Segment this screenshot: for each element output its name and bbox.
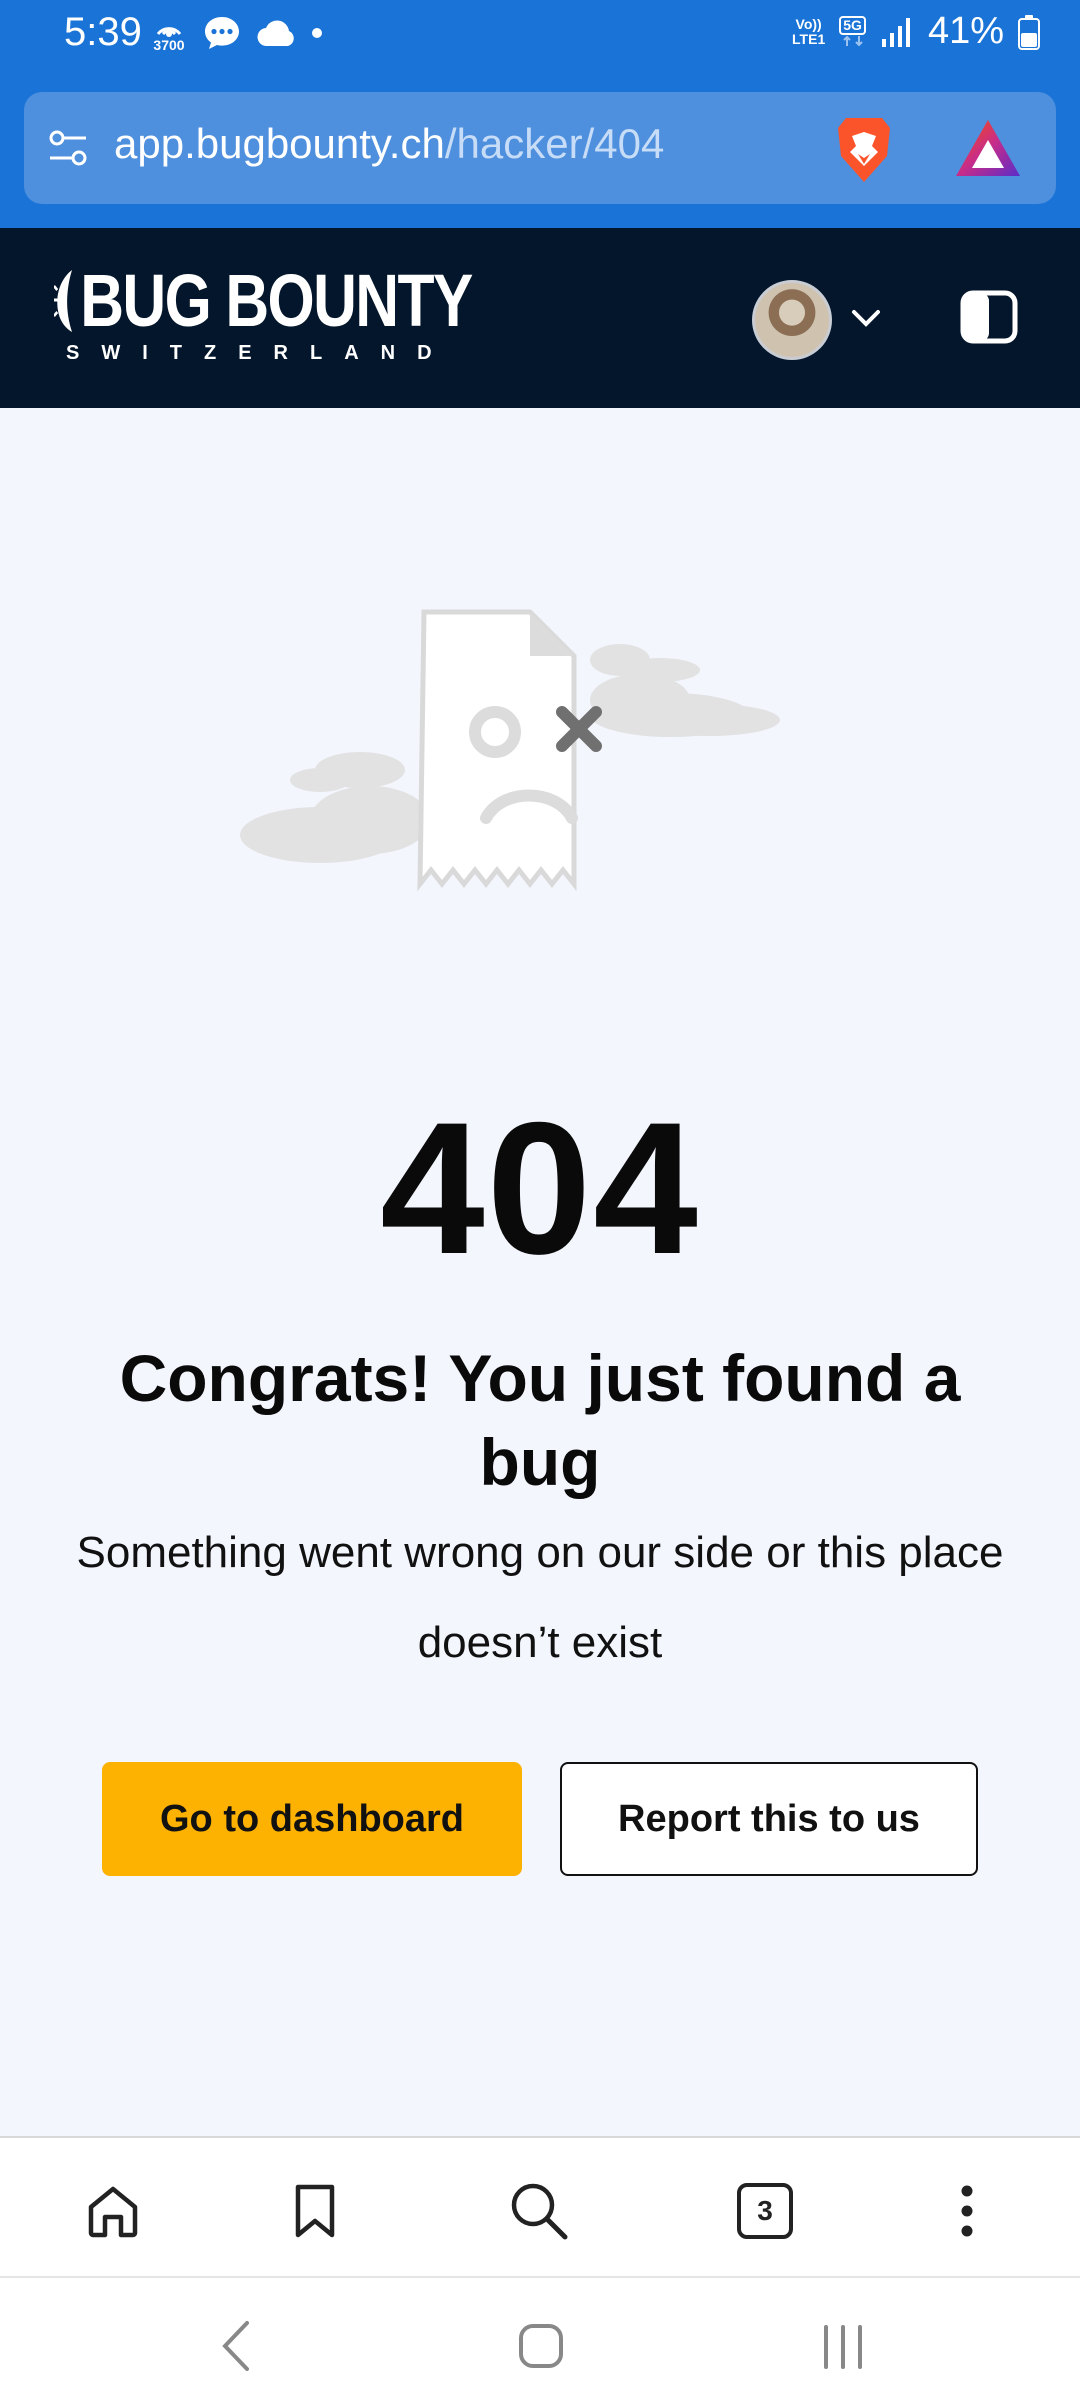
- bug-logo-icon: [54, 270, 73, 332]
- tabs-icon[interactable]: 3: [730, 2176, 800, 2246]
- cloud-icon: [257, 20, 294, 46]
- brave-lion-icon[interactable]: [832, 114, 896, 184]
- home-circle-icon[interactable]: [506, 2316, 576, 2376]
- back-icon[interactable]: [202, 2316, 272, 2376]
- site-header: BUG BOUNTY SWITZERLAND: [0, 228, 1080, 408]
- go-to-dashboard-button[interactable]: Go to dashboard: [102, 1762, 522, 1876]
- broken-document-illustration: [240, 609, 780, 892]
- bug-bounty-logo[interactable]: BUG BOUNTY SWITZERLAND: [54, 262, 563, 365]
- avatar[interactable]: [752, 280, 832, 360]
- recents-icon[interactable]: [808, 2316, 878, 2376]
- logo-main: BUG BOUNTY: [54, 262, 473, 340]
- status-left-icons: 3700: [150, 12, 322, 53]
- network-5g-icon: 5G: [839, 16, 866, 47]
- chevron-down-icon[interactable]: [848, 306, 884, 330]
- home-icon[interactable]: [78, 2176, 148, 2246]
- search-icon[interactable]: [504, 2176, 574, 2246]
- url-text[interactable]: app.bugbounty.ch/hacker/404: [114, 120, 664, 168]
- hotspot-count: 3700: [153, 37, 185, 53]
- tune-icon[interactable]: [46, 126, 90, 170]
- hotspot-icon: 3700: [150, 12, 188, 53]
- url-host: app.bugbounty.ch: [114, 120, 445, 167]
- tab-count: 3: [737, 2183, 793, 2239]
- signal-icon: [881, 17, 910, 47]
- notification-dot-icon: [312, 27, 322, 38]
- url-path: /hacker/404: [444, 120, 665, 167]
- browser-toolbar: app.bugbounty.ch/hacker/404: [0, 78, 1080, 228]
- messages-icon: [205, 16, 239, 49]
- battery-icon: [1018, 14, 1040, 50]
- report-issue-button[interactable]: Report this to us: [560, 1762, 978, 1876]
- logo-subtitle: SWITZERLAND: [66, 342, 454, 364]
- sidebar-toggle-icon[interactable]: [960, 290, 1018, 344]
- status-bar: 5:39 3700 Vo)) LTE1 5G 41%: [0, 0, 1080, 78]
- battery-percent: 41%: [927, 10, 1004, 52]
- address-bar[interactable]: app.bugbounty.ch/hacker/404: [24, 92, 1056, 204]
- brave-rewards-icon[interactable]: [954, 118, 1022, 178]
- more-vert-icon[interactable]: [932, 2176, 1002, 2246]
- error-title: Congrats! You just found a bug: [119, 1341, 961, 1499]
- browser-bottom-bar: 3: [0, 2136, 1080, 2276]
- system-nav-bar: [0, 2276, 1080, 2408]
- status-right-icons: Vo)) LTE1 5G 41%: [792, 10, 1040, 53]
- bookmark-icon[interactable]: [280, 2176, 350, 2246]
- volte-icon: Vo)) LTE1: [792, 15, 826, 47]
- error-code: 404: [380, 1083, 700, 1293]
- error-description: Something went wrong on our side or this…: [76, 1528, 1004, 1667]
- status-time: 5:39: [64, 10, 142, 54]
